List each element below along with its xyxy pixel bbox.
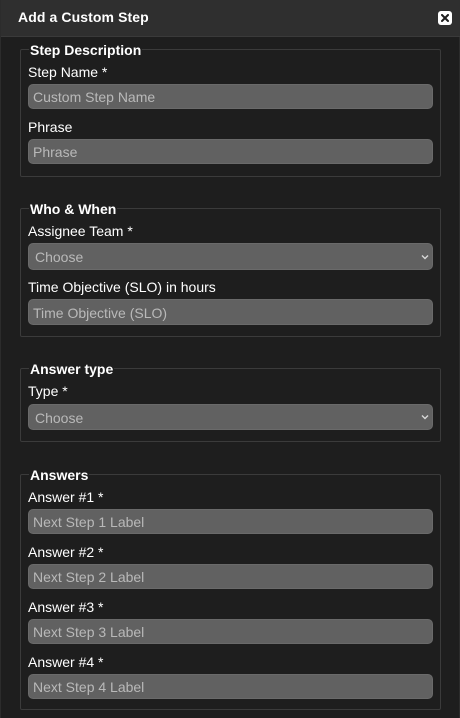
- section-legend: Who & When: [29, 201, 118, 217]
- chevron-down-icon: [421, 253, 429, 261]
- phrase-label: Phrase: [28, 119, 73, 135]
- answer-4-input[interactable]: Next Step 4 Label: [28, 674, 433, 699]
- type-label: Type *: [28, 383, 68, 399]
- dialog-titlebar: Add a Custom Step: [1, 0, 460, 37]
- answer-2-label: Answer #2 *: [28, 544, 104, 560]
- assignee-team-select[interactable]: Choose: [28, 243, 433, 270]
- step-name-input[interactable]: Custom Step Name: [28, 84, 433, 109]
- slo-placeholder: Time Objective (SLO): [33, 305, 168, 321]
- type-select[interactable]: Choose: [28, 404, 433, 430]
- dialog-title: Add a Custom Step: [18, 9, 149, 25]
- answer-1-placeholder: Next Step 1 Label: [33, 514, 145, 530]
- answer-1-label: Answer #1 *: [28, 489, 104, 505]
- answer-1-input[interactable]: Next Step 1 Label: [28, 509, 433, 534]
- assignee-team-selected: Choose: [35, 249, 84, 265]
- assignee-team-label: Assignee Team *: [28, 223, 133, 239]
- close-icon: [441, 14, 449, 22]
- answer-2-input[interactable]: Next Step 2 Label: [28, 564, 433, 589]
- section-legend: Answers: [29, 467, 90, 483]
- slo-label: Time Objective (SLO) in hours: [28, 279, 216, 295]
- add-custom-step-dialog: Add a Custom Step Step Description Step …: [0, 0, 460, 718]
- answer-2-placeholder: Next Step 2 Label: [33, 569, 145, 585]
- answer-4-placeholder: Next Step 4 Label: [33, 679, 145, 695]
- section-legend: Answer type: [29, 361, 115, 377]
- answer-3-input[interactable]: Next Step 3 Label: [28, 619, 433, 644]
- phrase-input[interactable]: Phrase: [28, 139, 433, 164]
- chevron-down-icon: [421, 413, 429, 421]
- answer-3-label: Answer #3 *: [28, 599, 104, 615]
- answer-3-placeholder: Next Step 3 Label: [33, 624, 145, 640]
- slo-input[interactable]: Time Objective (SLO): [28, 299, 433, 325]
- step-name-placeholder: Custom Step Name: [33, 89, 156, 105]
- answer-4-label: Answer #4 *: [28, 654, 104, 670]
- close-button[interactable]: [438, 11, 452, 25]
- type-selected: Choose: [35, 410, 84, 426]
- phrase-placeholder: Phrase: [33, 144, 78, 160]
- step-name-label: Step Name *: [28, 64, 108, 80]
- section-legend: Step Description: [29, 42, 143, 58]
